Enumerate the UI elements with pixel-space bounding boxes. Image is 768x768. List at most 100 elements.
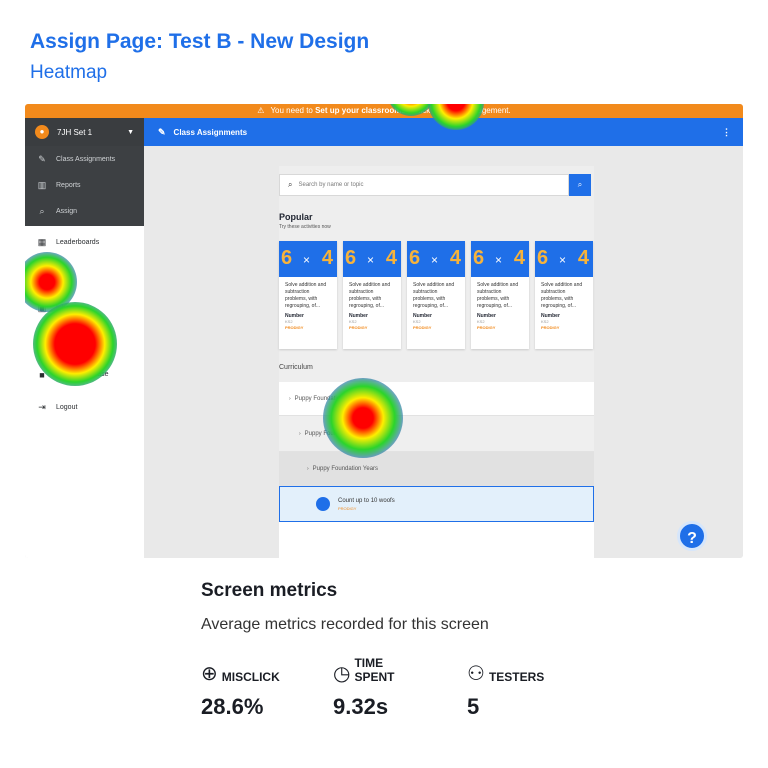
logout-icon: ⇥ <box>38 402 46 412</box>
sidebar-item-label: Leaderboards <box>56 239 100 246</box>
metric-label: TIME SPENT <box>354 656 395 684</box>
card-category: Number <box>541 313 560 319</box>
screen-metrics: Screen metrics Average metrics recorded … <box>201 580 621 720</box>
clock-icon: ◷ <box>333 663 351 685</box>
setup-banner[interactable]: ⚠ You need to Set up your classrooms - Cl… <box>25 104 743 118</box>
card-brand: PRODIGY <box>541 325 560 330</box>
card-category: Number <box>349 313 368 319</box>
card-description: Solve addition and subtraction problems,… <box>349 282 391 309</box>
page-subtitle: Heatmap <box>30 62 108 83</box>
activity-card[interactable]: 6 × 4 Solve addition and subtraction probl… <box>535 241 593 349</box>
sidebar-item-class-assignments[interactable]: ✎ Class Assignments <box>25 146 144 172</box>
search-button[interactable]: ⌕ <box>569 174 591 196</box>
sidebar-item-label: Knowledge Base <box>56 371 109 378</box>
card-category: Number <box>413 313 432 319</box>
sidebar-item-label: Logout <box>56 404 78 411</box>
metrics-subtitle: Average metrics recorded for this screen <box>201 616 489 633</box>
tree-row-label: Puppy Foundation Years <box>312 465 379 472</box>
tree-row-level1[interactable]: › Puppy Foundation Years <box>279 382 594 416</box>
chart-icon: ▥ <box>37 179 47 190</box>
card-thumbnail: 6 × 4 <box>407 241 465 277</box>
people-icon: ☗ <box>37 336 47 346</box>
class-selector[interactable]: ● 7JH Set 1 ▼ <box>25 118 144 146</box>
curriculum-tree: › Puppy Foundation Years › Puppy Foundatio… <box>279 382 594 558</box>
sidebar-item-management[interactable]: ☗ ...ement <box>25 325 144 358</box>
card-brand: PRODIGY <box>477 325 496 330</box>
card-thumbnail: 6 × 4 <box>343 241 401 277</box>
edit-icon: ✎ <box>38 153 46 164</box>
sidebar-item-assign[interactable]: ⌕ Assign <box>25 198 144 224</box>
activity-icon <box>316 497 330 511</box>
search-input[interactable]: ⌕ Search by name or topic <box>279 174 569 196</box>
sidebar-item-label: Inbox <box>56 305 74 312</box>
sidebar-light-section: ▦ Leaderboards ... ▣ Inbox ☗ ...ement ■ Know… <box>25 226 144 424</box>
search-icon: ⌕ <box>39 205 45 216</box>
banner-prefix: You need to <box>270 106 316 115</box>
main-content: ⌕ Search by name or topic ⌕ Popular Try … <box>144 146 743 558</box>
help-button[interactable]: ? <box>677 521 707 551</box>
class-avatar-icon: ● <box>35 125 49 139</box>
activity-card[interactable]: 6 × 4 Solve addition and subtraction probl… <box>343 241 401 349</box>
card-thumbnail: 6 × 4 <box>279 241 337 277</box>
popular-title: Popular <box>279 212 313 222</box>
banner-link[interactable]: Set up your classrooms <box>315 106 406 115</box>
curriculum-label: Curriculum <box>279 364 313 371</box>
book-icon: ■ <box>39 369 45 380</box>
card-thumbnail: 6 × 4 <box>535 241 593 277</box>
metric-label: TESTERS <box>488 670 545 684</box>
tree-row-level3[interactable]: › Puppy Foundation Years <box>279 452 594 486</box>
sidebar-item-logout[interactable]: ⇥ Logout <box>25 391 144 424</box>
card-description: Solve addition and subtraction problems,… <box>541 282 583 309</box>
metric-label: MISCLICK <box>221 670 280 684</box>
popular-cards: 6 × 4 Solve addition and subtraction probl… <box>279 241 594 349</box>
sidebar-item-inbox[interactable]: ▣ Inbox <box>25 292 144 325</box>
inbox-icon: ▣ <box>37 303 47 313</box>
activity-card[interactable]: 6 × 4 Solve addition and subtraction probl… <box>279 241 337 349</box>
tree-row-level2[interactable]: › Puppy Foundation Years <box>279 416 594 452</box>
card-category: Number <box>285 313 304 319</box>
tree-empty-area <box>279 522 594 558</box>
metric-testers: ⚇ TESTERS 5 <box>467 656 544 720</box>
search-icon: ⌕ <box>288 180 293 189</box>
metric-value: 5 <box>467 694 480 719</box>
activity-brand: PRODIGY <box>338 505 357 511</box>
caret-down-icon: ▼ <box>127 128 134 136</box>
metric-value: 28.6% <box>201 694 264 719</box>
warning-icon: ⚠ <box>257 106 265 115</box>
sidebar-item-label: ...ement <box>56 338 82 345</box>
activity-text: Count up to 10 woofs PRODIGY <box>338 498 395 511</box>
assign-panel: ⌕ Search by name or topic ⌕ Popular Try … <box>279 166 594 558</box>
metric-value: 9.32s <box>333 694 389 719</box>
search-placeholder: Search by name or topic <box>298 182 364 188</box>
metrics-title: Screen metrics <box>201 580 338 601</box>
app-bar: ✎ Class Assignments ⋮ <box>144 118 743 146</box>
sidebar-item-leaderboards[interactable]: ▦ Leaderboards <box>25 226 144 259</box>
sidebar-item-knowledge-base[interactable]: ■ Knowledge Base <box>25 358 144 391</box>
leaderboard-icon: ▦ <box>37 237 47 247</box>
class-name: 7JH Set 1 <box>57 127 93 137</box>
sidebar-item-label: Class Assignments <box>56 155 116 163</box>
sidebar-item-hidden[interactable]: ... <box>25 259 144 292</box>
sidebar-dark-section: ● 7JH Set 1 ▼ ✎ Class Assignments ▥ Report… <box>25 118 144 226</box>
chevron-icon: › <box>289 395 291 402</box>
more-menu-icon[interactable]: ⋮ <box>722 127 731 138</box>
testers-icon: ⚇ <box>467 663 485 685</box>
metrics-row: ⊕ MISCLICK 28.6% ◷ TIME SPENT 9.32s ⚇ TESTE… <box>201 656 621 720</box>
card-description: Solve addition and subtraction problems,… <box>413 282 455 309</box>
sidebar-item-label: Assign <box>56 207 78 215</box>
activity-row[interactable]: Count up to 10 woofs PRODIGY <box>279 486 594 522</box>
sidebar-item-label: ... <box>56 272 62 279</box>
banner-suffix: - Click ... room Management. <box>405 106 511 115</box>
card-thumbnail: 6 × 4 <box>471 241 529 277</box>
activity-title: Count up to 10 woofs <box>338 497 395 504</box>
page-header: Assign Page: Test B - New Design Heatmap <box>30 30 369 84</box>
card-brand: PRODIGY <box>349 325 368 330</box>
card-description: Solve addition and subtraction problems,… <box>285 282 327 309</box>
activity-card[interactable]: 6 × 4 Solve addition and subtraction probl… <box>471 241 529 349</box>
metric-misclick: ⊕ MISCLICK 28.6% <box>201 656 291 720</box>
tree-row-label: Puppy Foundation Years <box>304 430 371 437</box>
sidebar-item-reports[interactable]: ▥ Reports <box>25 172 144 198</box>
sidebar: ● 7JH Set 1 ▼ ✎ Class Assignments ▥ Report… <box>25 118 144 558</box>
activity-card[interactable]: 6 × 4 Solve addition and subtraction probl… <box>407 241 465 349</box>
card-brand: PRODIGY <box>413 325 432 330</box>
